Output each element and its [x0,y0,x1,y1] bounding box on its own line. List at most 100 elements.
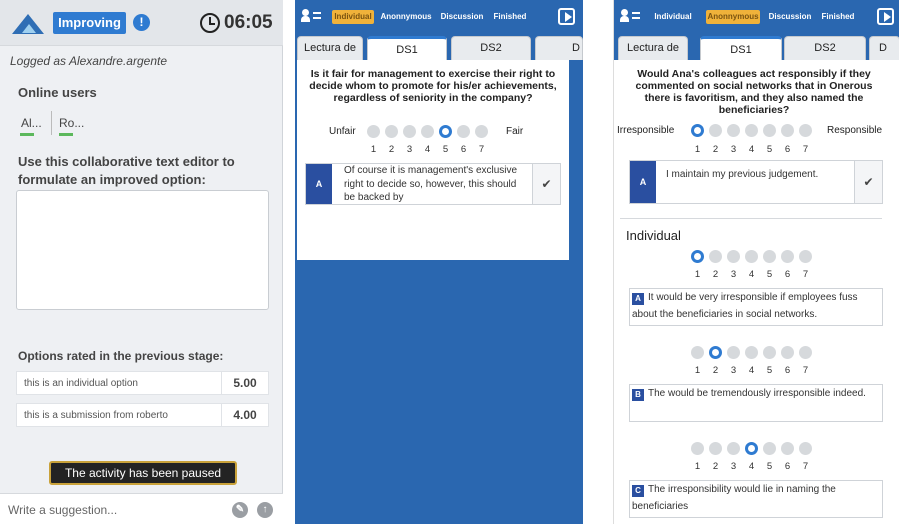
suggestion-bar: ✎ ↑ [0,493,283,524]
doc-tab[interactable]: Lectura de [618,36,688,60]
logo-inner-mark [22,24,36,33]
rating-dot[interactable] [799,124,812,137]
individual-answer: B The would be tremendously irresponsibl… [629,384,883,422]
scale-number: 7 [802,144,809,155]
scale-number: 3 [730,365,737,376]
rating-dot [709,442,722,455]
scale-numbers: 1234567 [691,269,821,281]
clock-icon [200,13,220,33]
tab-finished[interactable]: Finished [818,10,858,24]
scale-number: 3 [730,269,737,280]
check-icon[interactable]: ✔ [532,164,560,204]
rating-dot-selected [691,250,704,263]
rating-dot[interactable] [745,124,758,137]
rating-dot[interactable] [457,125,470,138]
scale-number: 7 [478,144,485,155]
scale-number: 6 [784,461,791,472]
tab-individual[interactable]: Individual [652,10,694,24]
rating-dot [763,250,776,263]
answer-text: It would be very irresponsible if employ… [632,292,858,320]
scale-left-label: Unfair [329,126,356,137]
scale-number: 2 [712,269,719,280]
doc-tab[interactable]: D [869,36,899,60]
document-tabs: Lectura de DS1 DS2 D [295,34,583,60]
rating-scale[interactable] [691,124,821,140]
rating-dot [727,346,740,359]
rating-dot[interactable] [403,125,416,138]
doc-tab[interactable]: DS1 [367,36,447,60]
answer-box: A Of course it is management's exclusive… [305,163,561,205]
scale-left-label: Irresponsible [617,125,675,136]
info-icon[interactable]: ! [133,14,150,31]
rating-dot [727,250,740,263]
exit-icon[interactable] [558,8,575,25]
individual-section-title: Individual [626,228,681,243]
rating-dot[interactable] [367,125,380,138]
answer-text[interactable]: Of course it is management's exclusive r… [344,164,526,204]
rating-dot[interactable] [763,124,776,137]
answer-text[interactable]: I maintain my previous judgement. [666,167,846,183]
scale-number: 1 [694,269,701,280]
answer-letter: A [630,161,656,203]
scale-number: 3 [730,461,737,472]
doc-tab[interactable]: DS2 [784,36,866,60]
scale-number: 5 [766,365,773,376]
scale-number: 4 [748,144,755,155]
logged-as-text: Logged as Alexandre.argente [10,54,168,68]
rating-dot [745,250,758,263]
option-row: this is an individual option 5.00 [16,371,269,395]
rating-dot-selected[interactable] [691,124,704,137]
rating-dot [781,442,794,455]
up-arrow-icon[interactable]: ↑ [257,502,273,518]
phone-top-bar: Individual Anonnymous Discussion Finishe… [295,0,583,34]
rating-scale[interactable] [367,125,497,141]
suggestion-input[interactable] [8,501,208,519]
exit-icon[interactable] [877,8,894,25]
editor-label: Use this collaborative text editor to fo… [18,154,235,187]
doc-tab[interactable]: D [535,36,583,60]
tab-discussion[interactable]: Discussion [766,10,814,24]
rating-dot[interactable] [385,125,398,138]
users-icon[interactable] [620,9,640,23]
scale-number: 5 [766,461,773,472]
scale-number: 7 [802,269,809,280]
rating-dot[interactable] [475,125,488,138]
scale-number: 3 [730,144,737,155]
option-score: 5.00 [221,372,268,394]
collaborative-text-editor[interactable] [16,190,269,310]
scale-number: 2 [712,461,719,472]
tab-discussion[interactable]: Discussion [438,10,486,24]
scale-number: 6 [784,144,791,155]
scale-number: 6 [784,269,791,280]
top-bar: Improving ! 06:05 [0,0,283,46]
individual-rating-scale [691,250,821,266]
online-user[interactable]: Ro... [59,116,84,130]
doc-tab[interactable]: DS2 [451,36,531,60]
scale-number: 1 [694,365,701,376]
rating-dot-selected [745,442,758,455]
doc-tab[interactable]: Lectura de [297,36,363,60]
rating-dot[interactable] [421,125,434,138]
tab-anonymous[interactable]: Anonnymous [379,10,433,24]
rating-dot-selected[interactable] [439,125,452,138]
timer: 06:05 [224,12,273,33]
users-icon[interactable] [301,9,321,23]
rating-dot[interactable] [727,124,740,137]
scale-number: 4 [748,269,755,280]
scale-number: 1 [694,461,701,472]
rating-dot-selected [709,346,722,359]
rating-dot[interactable] [709,124,722,137]
individual-rating-scale [691,346,821,362]
divider [51,111,52,135]
online-user[interactable]: Al... [21,116,42,130]
tab-individual[interactable]: Individual [332,10,374,24]
check-icon[interactable]: ✔ [854,161,882,203]
tab-finished[interactable]: Finished [490,10,530,24]
rating-dot[interactable] [781,124,794,137]
rating-dot [691,346,704,359]
pencil-icon[interactable]: ✎ [232,502,248,518]
scale-numbers: 1234567 [691,365,821,377]
tab-anonymous[interactable]: Anonnymous [706,10,760,24]
paused-notice: The activity has been paused [49,461,237,485]
doc-tab[interactable]: DS1 [700,36,782,60]
